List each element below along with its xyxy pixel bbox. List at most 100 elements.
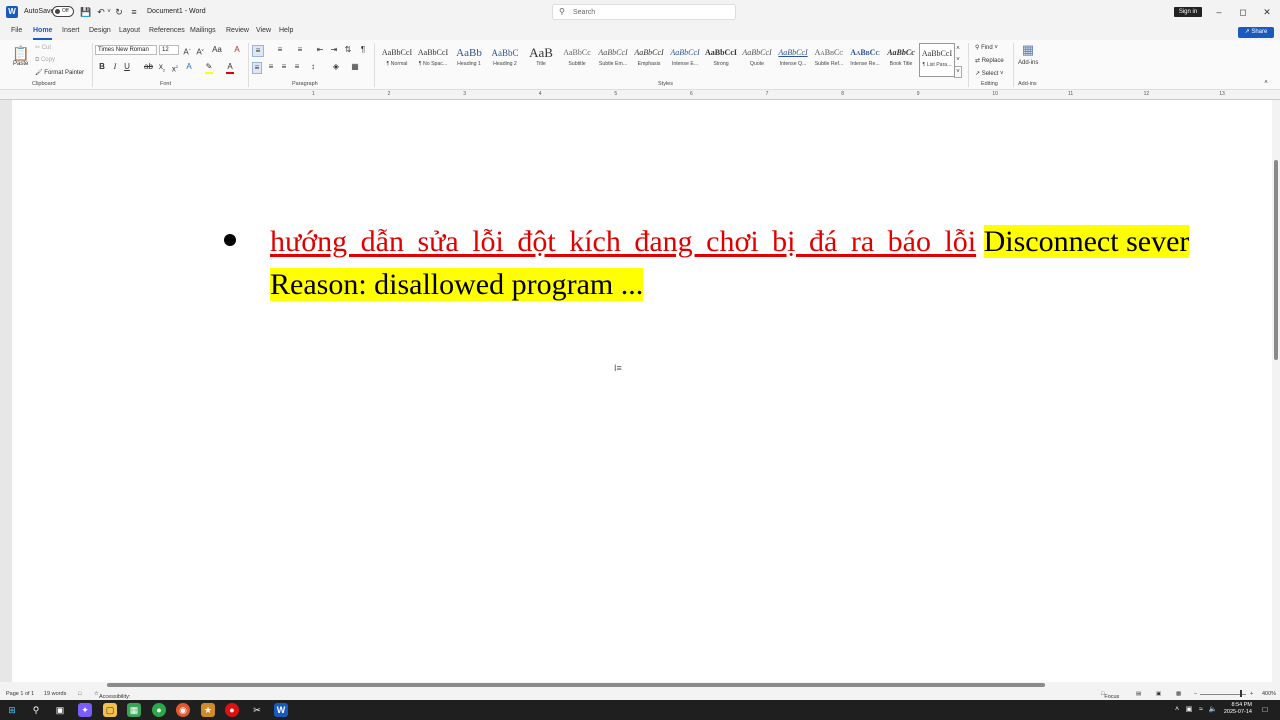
chrome-icon[interactable]: ◉ (176, 703, 190, 717)
minimize-icon[interactable]: – (1207, 4, 1231, 20)
superscript-icon[interactable]: x2 (171, 62, 179, 75)
grow-font-icon[interactable]: A^ (182, 45, 192, 58)
style-item[interactable]: AaBbCcI ¶ List Para... (919, 43, 955, 77)
style-item[interactable]: AaBbCcI Subtle Em... (595, 43, 631, 77)
proofing-icon[interactable]: □ (78, 691, 81, 697)
font-color-icon[interactable]: A (226, 62, 234, 74)
styles-scroll-down-icon[interactable]: ˅ (954, 55, 962, 65)
share-button[interactable]: ↗ Share (1238, 27, 1274, 38)
paste-label[interactable]: Paste (13, 61, 28, 67)
zoom-level[interactable]: 400% (1262, 691, 1276, 697)
font-size-select[interactable]: 12 (159, 45, 179, 55)
word-count[interactable]: 19 words (44, 691, 66, 697)
red-underlined-text[interactable]: hướng dẫn sửa lỗi đột kích đang chơi bị … (270, 225, 976, 258)
font-name-select[interactable]: Times New Roman (95, 45, 157, 55)
collapse-ribbon-icon[interactable]: ˄ (1262, 78, 1270, 88)
zoom-in-icon[interactable]: + (1250, 691, 1253, 697)
style-item[interactable]: AaBb Heading 1 (451, 43, 487, 77)
justify-icon[interactable]: ≡ (292, 62, 302, 72)
tab-help[interactable]: Help (279, 27, 293, 34)
search-input[interactable]: ⚲ Search (552, 4, 736, 20)
store-icon[interactable]: ▦ (127, 703, 141, 717)
bold-icon[interactable]: B (98, 62, 106, 72)
clock[interactable]: 8:54 PM 2025-07-14 (1224, 702, 1252, 716)
borders-icon[interactable]: ▦ (349, 62, 361, 72)
style-item[interactable]: AaBbCcI Strong (703, 43, 739, 77)
notification-icon[interactable]: □ (1258, 703, 1272, 717)
style-item[interactable]: AaBbCc Subtle Ref... (811, 43, 847, 77)
numbering-icon[interactable]: ≡ (274, 45, 286, 55)
autosave-toggle[interactable]: Off (52, 6, 74, 17)
undo-dropdown-icon[interactable]: ˅ (106, 6, 112, 18)
text-effects-icon[interactable]: A (185, 62, 193, 72)
close-icon[interactable]: ✕ (1255, 4, 1279, 20)
tab-layout[interactable]: Layout (119, 27, 140, 34)
sort-icon[interactable]: ⇅ (343, 45, 353, 55)
tab-design[interactable]: Design (89, 27, 111, 34)
tab-insert[interactable]: Insert (62, 27, 80, 34)
find-button[interactable]: ⚲ Find ˅ (975, 44, 998, 51)
style-item[interactable]: AaBbCcI Emphasis (631, 43, 667, 77)
maximize-icon[interactable]: ◻ (1231, 4, 1255, 20)
style-item[interactable]: AaB Title (523, 43, 559, 77)
start-icon[interactable]: ⊞ (5, 703, 19, 717)
bullets-icon[interactable]: ≡ (252, 45, 264, 57)
record-icon[interactable]: ● (225, 703, 239, 717)
game-app-icon[interactable]: ★ (201, 703, 215, 717)
page-count[interactable]: Page 1 of 1 (6, 691, 34, 697)
replace-button[interactable]: ⇄ Replace (975, 57, 1004, 64)
document-page[interactable]: hướng dẫn sửa lỗi đột kích đang chơi bị … (12, 100, 1272, 682)
tab-file[interactable]: File (11, 27, 22, 34)
word-taskbar-icon[interactable]: W (274, 703, 288, 717)
strikethrough-icon[interactable]: ab (144, 62, 153, 72)
align-center-icon[interactable]: ≡ (266, 62, 276, 72)
accessibility-button[interactable]: ☆ Accessibility: Investigate (94, 691, 130, 706)
styles-more-icon[interactable]: ˅ (954, 66, 962, 78)
shrink-font-icon[interactable]: Av (195, 45, 205, 58)
horizontal-scroll-thumb[interactable] (107, 683, 1045, 687)
style-item[interactable]: AaBbCc Subtitle (559, 43, 595, 77)
select-button[interactable]: ↗ Select ˅ (975, 70, 1004, 77)
align-right-icon[interactable]: ≡ (279, 62, 289, 72)
underline-icon[interactable]: U (123, 62, 131, 72)
copy-button[interactable]: ⧉ Copy (35, 57, 55, 64)
capcut-icon[interactable]: ✂ (250, 703, 264, 717)
copilot-icon[interactable]: ✦ (78, 703, 92, 717)
tab-home[interactable]: Home (33, 27, 53, 40)
add-ins-button[interactable]: Add-ins (1018, 60, 1038, 66)
change-case-icon[interactable]: Aa (210, 45, 224, 55)
read-mode-icon[interactable]: ▤ (1136, 691, 1141, 697)
format-painter-button[interactable]: 🖌 Format Painter (35, 69, 84, 76)
multilevel-list-icon[interactable]: ≡ (294, 45, 306, 55)
decrease-indent-icon[interactable]: ⇤ (315, 45, 325, 55)
line-spacing-icon[interactable]: ↕ (307, 62, 319, 72)
style-item[interactable]: AaBbCcI Quote (739, 43, 775, 77)
style-item[interactable]: AaBbC Heading 2 (487, 43, 523, 77)
style-item[interactable]: AaBbCcI ¶ Normal (379, 43, 415, 77)
paste-icon[interactable]: 📋 (12, 44, 30, 62)
tab-references[interactable]: References (149, 27, 185, 34)
clear-formatting-icon[interactable]: A (232, 45, 242, 55)
align-left-icon[interactable]: ≡ (252, 62, 262, 74)
zoom-out-icon[interactable]: – (1194, 691, 1197, 697)
file-explorer-icon[interactable]: ▢ (103, 703, 117, 717)
add-ins-icon[interactable]: ▦ (1020, 42, 1036, 58)
style-item[interactable]: AaBbCc Intense Re... (847, 43, 883, 77)
vertical-scroll-thumb[interactable] (1274, 160, 1278, 360)
focus-button[interactable]: □ Focus (1101, 691, 1119, 700)
tab-view[interactable]: View (256, 27, 271, 34)
subscript-icon[interactable]: x2 (158, 62, 166, 76)
styles-scroll-up-icon[interactable]: ˄ (954, 44, 962, 54)
save-icon[interactable]: 💾 (80, 6, 92, 18)
print-layout-icon[interactable]: ▣ (1156, 691, 1161, 697)
highlight-color-icon[interactable]: ✎ (205, 62, 213, 74)
show-formatting-icon[interactable]: ¶ (358, 45, 368, 55)
redo-icon[interactable]: ↻ (113, 6, 125, 18)
style-item[interactable]: AaBbCcI Intense E... (667, 43, 703, 77)
horizontal-ruler[interactable]: 1234567891011121314 (0, 90, 1280, 100)
italic-icon[interactable]: I (111, 62, 119, 72)
customize-toolbar-icon[interactable]: ≡ (128, 6, 140, 18)
tab-review[interactable]: Review (226, 27, 249, 34)
app-icon[interactable]: ● (152, 703, 166, 717)
shading-icon[interactable]: ◈ (330, 62, 342, 72)
